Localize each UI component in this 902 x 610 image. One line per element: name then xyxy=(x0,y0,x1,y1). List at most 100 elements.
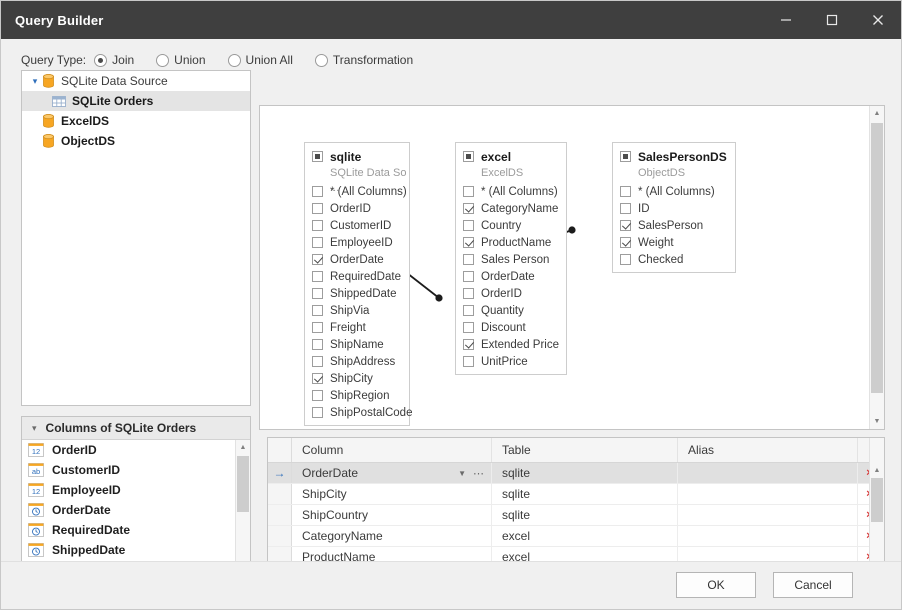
table-box-title-row[interactable]: sqlite xyxy=(305,147,409,166)
table-checkbox[interactable] xyxy=(312,151,323,162)
table-box-title-row[interactable]: excel xyxy=(456,147,566,166)
field-checkbox[interactable] xyxy=(463,288,474,299)
field-row[interactable]: CategoryName xyxy=(456,200,566,217)
list-item[interactable]: RequiredDate xyxy=(22,520,250,540)
field-row[interactable]: Extended Price xyxy=(456,336,566,353)
scrollbar-thumb[interactable] xyxy=(871,478,883,522)
field-row[interactable]: OrderDate xyxy=(456,268,566,285)
table-row[interactable]: ShipCountry sqlite × xyxy=(268,505,884,526)
field-checkbox[interactable] xyxy=(463,305,474,316)
field-checkbox[interactable] xyxy=(312,254,323,265)
field-checkbox[interactable] xyxy=(463,271,474,282)
table-checkbox[interactable] xyxy=(463,151,474,162)
maximize-button[interactable] xyxy=(809,1,855,39)
chevron-down-icon[interactable]: ▾ xyxy=(32,423,37,434)
field-row[interactable]: ShipPostalCode xyxy=(305,404,409,421)
cell-column[interactable]: ShipCity xyxy=(292,484,492,504)
field-checkbox[interactable] xyxy=(620,220,631,231)
field-checkbox[interactable] xyxy=(463,254,474,265)
grid-header-column[interactable]: Column xyxy=(292,438,492,462)
field-checkbox[interactable] xyxy=(312,203,323,214)
radio-union[interactable]: Union xyxy=(156,53,205,67)
scrollbar-thumb[interactable] xyxy=(871,123,883,393)
scroll-up-icon[interactable]: ▲ xyxy=(236,440,250,455)
field-checkbox[interactable] xyxy=(312,288,323,299)
grid-header-alias[interactable]: Alias xyxy=(678,438,858,462)
cancel-button[interactable]: Cancel xyxy=(773,572,853,598)
cell-column[interactable]: CategoryName xyxy=(292,526,492,546)
cell-alias[interactable] xyxy=(678,484,858,504)
field-row[interactable]: UnitPrice xyxy=(456,353,566,370)
join-diagram[interactable]: sqlite SQLite Data So ... * (All Columns… xyxy=(259,105,885,430)
field-row[interactable]: Quantity xyxy=(456,302,566,319)
data-source-tree[interactable]: ▾ SQLite Data Source SQLite Orders xyxy=(21,70,251,406)
table-row[interactable]: ShipCity sqlite × xyxy=(268,484,884,505)
cell-column[interactable]: OrderDate ▼ ⋯ xyxy=(292,463,492,483)
scroll-down-icon[interactable]: ▼ xyxy=(870,414,884,429)
field-checkbox[interactable] xyxy=(463,203,474,214)
field-row[interactable]: * (All Columns) xyxy=(456,183,566,200)
close-button[interactable] xyxy=(855,1,901,39)
cell-alias[interactable] xyxy=(678,526,858,546)
field-checkbox[interactable] xyxy=(312,339,323,350)
chevron-down-icon[interactable]: ▼ xyxy=(458,469,466,478)
field-row[interactable]: EmployeeID xyxy=(305,234,409,251)
table-box-title-row[interactable]: SalesPersonDS xyxy=(613,147,735,166)
field-row[interactable]: ShippedDate xyxy=(305,285,409,302)
field-row[interactable]: Checked xyxy=(613,251,735,268)
field-row[interactable]: ShipAddress xyxy=(305,353,409,370)
field-checkbox[interactable] xyxy=(463,237,474,248)
field-row[interactable]: Country xyxy=(456,217,566,234)
list-item[interactable]: ab CustomerID xyxy=(22,460,250,480)
field-checkbox[interactable] xyxy=(312,305,323,316)
field-checkbox[interactable] xyxy=(312,322,323,333)
field-row[interactable]: Discount xyxy=(456,319,566,336)
field-checkbox[interactable] xyxy=(312,356,323,367)
field-row[interactable]: SalesPerson xyxy=(613,217,735,234)
tree-item-objectds[interactable]: ObjectDS xyxy=(22,131,250,151)
tree-item-sqlite-orders[interactable]: SQLite Orders xyxy=(22,91,250,111)
field-checkbox[interactable] xyxy=(620,237,631,248)
columns-panel-header[interactable]: ▾ Columns of SQLite Orders xyxy=(22,417,250,440)
field-checkbox[interactable] xyxy=(463,339,474,350)
field-checkbox[interactable] xyxy=(312,271,323,282)
cell-alias[interactable] xyxy=(678,463,858,483)
field-checkbox[interactable] xyxy=(312,237,323,248)
field-checkbox[interactable] xyxy=(312,373,323,384)
field-checkbox[interactable] xyxy=(312,407,323,418)
cell-alias[interactable] xyxy=(678,505,858,525)
list-item[interactable]: 12 OrderID xyxy=(22,440,250,460)
table-row[interactable]: CategoryName excel × xyxy=(268,526,884,547)
ok-button[interactable]: OK xyxy=(676,572,756,598)
diagram-scrollbar[interactable]: ▲ ▼ xyxy=(869,106,884,429)
table-row[interactable]: → OrderDate ▼ ⋯ sqlite × xyxy=(268,463,884,484)
tree-item-sqlite-data-source[interactable]: ▾ SQLite Data Source xyxy=(22,71,250,91)
table-box-excel[interactable]: excel ExcelDS * (All Columns) CategoryNa… xyxy=(455,142,567,375)
field-row[interactable]: ShipName xyxy=(305,336,409,353)
field-row[interactable]: ShipCity xyxy=(305,370,409,387)
cell-table[interactable]: sqlite xyxy=(492,463,678,483)
cell-column[interactable]: ShipCountry xyxy=(292,505,492,525)
cell-table[interactable]: sqlite xyxy=(492,484,678,504)
radio-join[interactable]: Join xyxy=(94,53,134,67)
field-checkbox[interactable] xyxy=(463,322,474,333)
grid-header-table[interactable]: Table xyxy=(492,438,678,462)
field-row[interactable]: * (All Columns) xyxy=(305,183,409,200)
field-checkbox[interactable] xyxy=(620,186,631,197)
list-item[interactable]: ShippedDate xyxy=(22,540,250,560)
field-checkbox[interactable] xyxy=(463,356,474,367)
scroll-up-icon[interactable]: ▲ xyxy=(870,463,884,478)
field-row[interactable]: OrderID xyxy=(305,200,409,217)
cell-table[interactable]: excel xyxy=(492,526,678,546)
field-row[interactable]: ShipRegion xyxy=(305,387,409,404)
field-row[interactable]: OrderID xyxy=(456,285,566,302)
radio-transformation[interactable]: Transformation xyxy=(315,53,413,67)
ellipsis-button[interactable]: ⋯ xyxy=(473,467,485,480)
field-row[interactable]: ShipVia xyxy=(305,302,409,319)
field-row[interactable]: Freight xyxy=(305,319,409,336)
radio-union-all[interactable]: Union All xyxy=(228,53,293,67)
field-checkbox[interactable] xyxy=(312,390,323,401)
tree-item-excelds[interactable]: ExcelDS xyxy=(22,111,250,131)
list-item[interactable]: OrderDate xyxy=(22,500,250,520)
field-row[interactable]: ID xyxy=(613,200,735,217)
